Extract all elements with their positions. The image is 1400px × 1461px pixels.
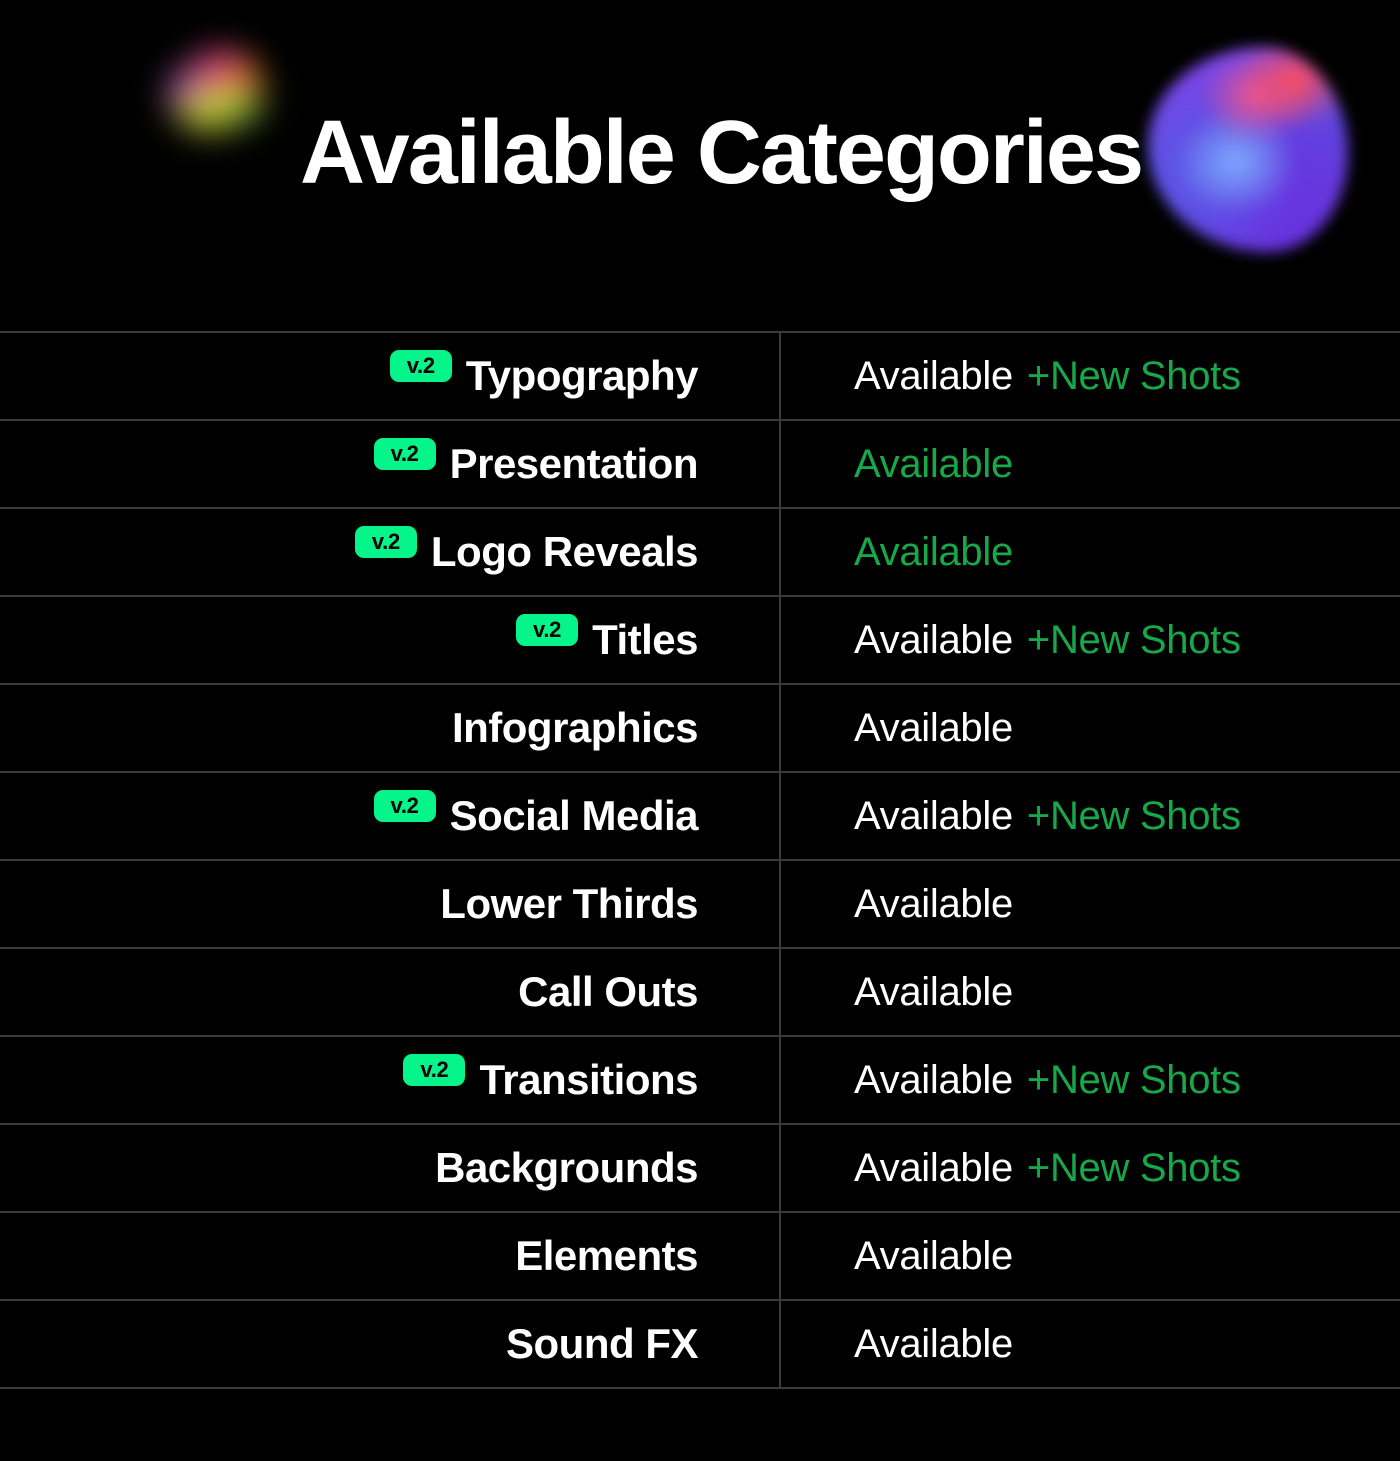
new-shots-label: +New Shots xyxy=(1026,1057,1241,1102)
version-badge: v.2 xyxy=(403,1054,466,1086)
table-row[interactable]: v.2 Social Media Available +New Shots xyxy=(0,773,1400,861)
category-label: Lower Thirds xyxy=(440,880,698,927)
table-row[interactable]: v.2 Typography Available +New Shots xyxy=(0,333,1400,421)
category-cell: v.2 Transitions xyxy=(0,1037,781,1123)
gradient-blob-small-icon xyxy=(163,46,267,138)
category-cell: Lower Thirds xyxy=(0,861,781,947)
category-cell: Infographics xyxy=(0,685,781,771)
category-label: Titles xyxy=(592,616,698,663)
status-cell: Available xyxy=(781,949,1400,1035)
table-row[interactable]: v.2 Transitions Available +New Shots xyxy=(0,1037,1400,1125)
category-cell: v.2 Titles xyxy=(0,597,781,683)
status-badge: Available xyxy=(854,969,1013,1014)
table-row[interactable]: Sound FX Available xyxy=(0,1301,1400,1389)
status-cell: Available xyxy=(781,1213,1400,1299)
status-badge: Available xyxy=(854,1233,1013,1278)
category-cell: Call Outs xyxy=(0,949,781,1035)
new-shots-label: +New Shots xyxy=(1026,793,1241,838)
status-cell: Available +New Shots xyxy=(781,1125,1400,1211)
category-cell: Elements xyxy=(0,1213,781,1299)
status-badge: Available xyxy=(854,705,1013,750)
status-cell: Available xyxy=(781,685,1400,771)
status-badge: Available xyxy=(854,1057,1013,1102)
version-badge: v.2 xyxy=(373,790,436,822)
category-cell: Sound FX xyxy=(0,1301,781,1387)
table-row[interactable]: Lower Thirds Available xyxy=(0,861,1400,949)
category-label: Presentation xyxy=(449,440,699,487)
status-cell: Available xyxy=(781,421,1400,507)
category-cell: v.2 Presentation xyxy=(0,421,781,507)
category-cell: v.2 Social Media xyxy=(0,773,781,859)
category-label: Infographics xyxy=(451,704,699,751)
status-cell: Available +New Shots xyxy=(781,597,1400,683)
status-badge: Available xyxy=(854,617,1013,662)
category-label: Social Media xyxy=(449,792,699,839)
category-label: Sound FX xyxy=(506,1320,698,1367)
status-cell: Available xyxy=(781,509,1400,595)
category-label: Logo Reveals xyxy=(430,528,699,575)
version-badge: v.2 xyxy=(516,614,579,646)
category-label: Elements xyxy=(515,1232,698,1279)
version-badge: v.2 xyxy=(373,438,436,470)
status-badge: Available xyxy=(854,1321,1013,1366)
table-row[interactable]: v.2 Titles Available +New Shots xyxy=(0,597,1400,685)
table-row[interactable]: Call Outs Available xyxy=(0,949,1400,1037)
category-label: Call Outs xyxy=(518,968,698,1015)
new-shots-label: +New Shots xyxy=(1026,617,1241,662)
status-cell: Available +New Shots xyxy=(781,1037,1400,1123)
status-badge: Available xyxy=(854,441,1013,486)
categories-table: v.2 Typography Available +New Shots v.2 Prese… xyxy=(0,331,1400,1389)
category-cell: Backgrounds xyxy=(0,1125,781,1211)
status-badge: Available xyxy=(854,793,1013,838)
version-badge: v.2 xyxy=(389,350,452,382)
status-cell: Available +New Shots xyxy=(781,333,1400,419)
version-badge: v.2 xyxy=(354,526,417,558)
table-row[interactable]: v.2 Presentation Available xyxy=(0,421,1400,509)
status-badge: Available xyxy=(854,881,1013,926)
category-label: Transitions xyxy=(479,1056,698,1103)
categories-page: Available Categories v.2 Typography Availa… xyxy=(0,0,1400,1461)
gradient-blob-large-icon xyxy=(1148,47,1348,252)
table-row[interactable]: Elements Available xyxy=(0,1213,1400,1301)
status-cell: Available +New Shots xyxy=(781,773,1400,859)
status-badge: Available xyxy=(854,529,1013,574)
category-cell: v.2 Logo Reveals xyxy=(0,509,781,595)
category-label: Backgrounds xyxy=(435,1144,698,1191)
new-shots-label: +New Shots xyxy=(1026,1145,1241,1190)
status-cell: Available xyxy=(781,861,1400,947)
table-row[interactable]: Backgrounds Available +New Shots xyxy=(0,1125,1400,1213)
status-cell: Available xyxy=(781,1301,1400,1387)
status-badge: Available xyxy=(854,1145,1013,1190)
new-shots-label: +New Shots xyxy=(1026,353,1241,398)
category-cell: v.2 Typography xyxy=(0,333,781,419)
table-row[interactable]: v.2 Logo Reveals Available xyxy=(0,509,1400,597)
status-badge: Available xyxy=(854,353,1013,398)
page-title: Available Categories xyxy=(300,103,1144,203)
category-label: Typography xyxy=(465,352,699,399)
table-row[interactable]: Infographics Available xyxy=(0,685,1400,773)
